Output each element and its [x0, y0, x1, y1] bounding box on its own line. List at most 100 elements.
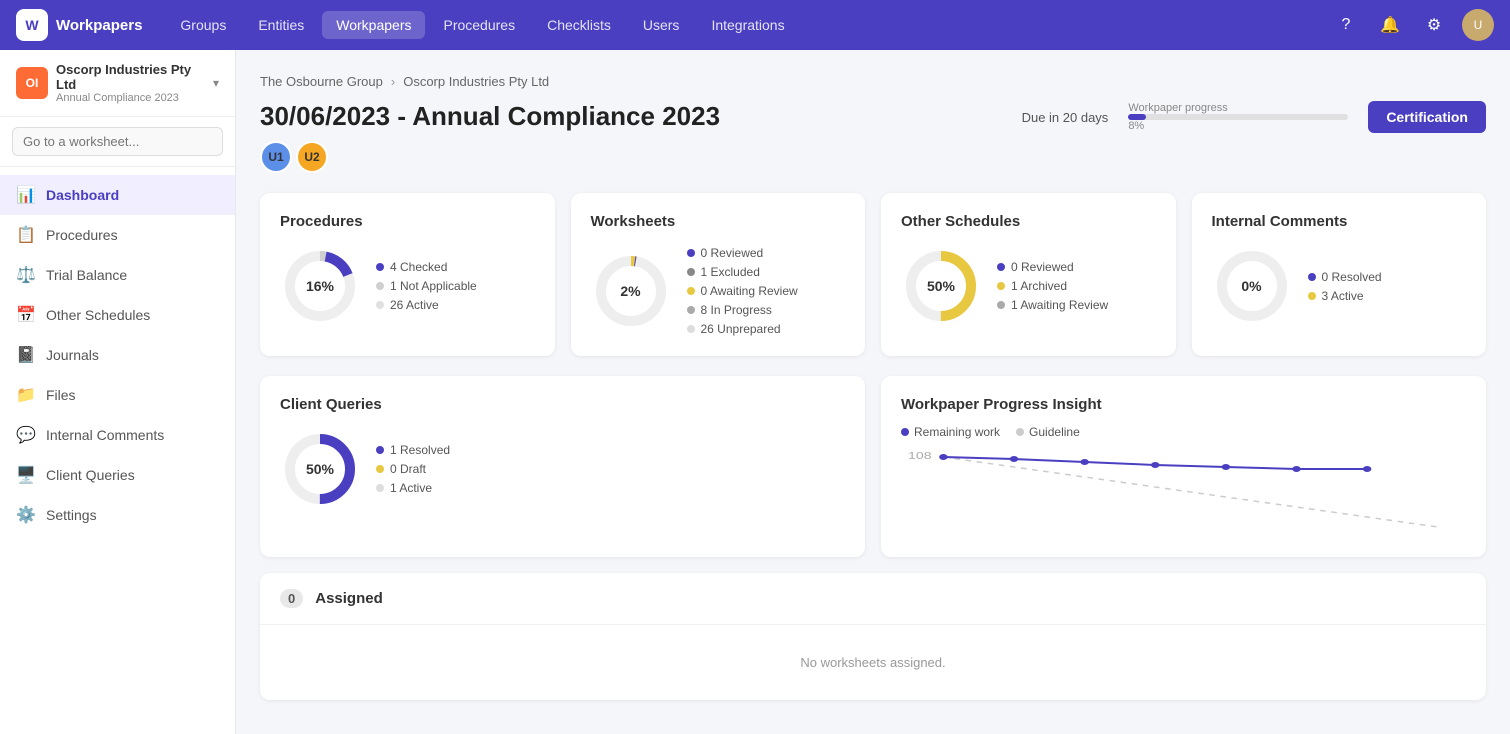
- search-input[interactable]: [12, 127, 223, 156]
- sidebar-item-label: Internal Comments: [46, 427, 164, 443]
- breadcrumb-group[interactable]: The Osbourne Group: [260, 74, 383, 89]
- legend-dot: [687, 268, 695, 276]
- assigned-empty-message: No worksheets assigned.: [800, 655, 945, 670]
- org-info: Oscorp Industries Pty Ltd Annual Complia…: [56, 62, 205, 104]
- legend-item: 8 In Progress: [687, 303, 798, 317]
- worksheets-card-title: Worksheets: [591, 213, 846, 230]
- legend-dot-na: [376, 282, 384, 290]
- legend-label: 26 Unprepared: [701, 322, 781, 336]
- sidebar: OI Oscorp Industries Pty Ltd Annual Comp…: [0, 50, 236, 734]
- legend-item: 1 Not Applicable: [376, 279, 477, 293]
- sidebar-item-internal-comments[interactable]: 💬 Internal Comments: [0, 415, 235, 455]
- insight-legend: Remaining work Guideline: [901, 425, 1466, 439]
- legend-item: 4 Checked: [376, 260, 477, 274]
- breadcrumb: The Osbourne Group › Oscorp Industries P…: [260, 74, 1486, 89]
- sidebar-item-files[interactable]: 📁 Files: [0, 375, 235, 415]
- top-nav: W Workpapers Groups Entities Workpapers …: [0, 0, 1510, 50]
- nav-workpapers[interactable]: Workpapers: [322, 11, 425, 39]
- sidebar-item-client-queries[interactable]: 🖥️ Client Queries: [0, 455, 235, 495]
- assigned-count: 0: [280, 589, 303, 608]
- sidebar-nav: 📊 Dashboard 📋 Procedures ⚖️ Trial Balanc…: [0, 167, 235, 734]
- remaining-dot: [901, 428, 909, 436]
- legend-item: 0 Draft: [376, 462, 450, 476]
- certification-button[interactable]: Certification: [1368, 101, 1486, 133]
- client-queries-card: Client Queries 50% 1 Resolved: [260, 376, 865, 557]
- legend-label: 1 Resolved: [390, 443, 450, 457]
- worksheets-donut: 2%: [591, 251, 671, 331]
- sidebar-item-trial-balance[interactable]: ⚖️ Trial Balance: [0, 255, 235, 295]
- legend-item: 1 Awaiting Review: [997, 298, 1108, 312]
- lower-section: Client Queries 50% 1 Resolved: [260, 376, 1486, 557]
- legend-item: 26 Active: [376, 298, 477, 312]
- remaining-label: Remaining work: [914, 425, 1000, 439]
- legend-label: 0 Reviewed: [701, 246, 764, 260]
- legend-dot-checked: [376, 263, 384, 271]
- insight-section: Workpaper Progress Insight Remaining wor…: [881, 376, 1486, 557]
- nav-procedures[interactable]: Procedures: [429, 11, 529, 39]
- legend-label: 1 Not Applicable: [390, 279, 477, 293]
- other-schedules-icon: 📅: [16, 305, 36, 325]
- sidebar-item-settings[interactable]: ⚙️ Settings: [0, 495, 235, 535]
- guideline-dot: [1016, 428, 1024, 436]
- notifications-icon[interactable]: 🔔: [1374, 9, 1406, 41]
- due-text: Due in 20 days: [1022, 110, 1109, 125]
- sidebar-header: OI Oscorp Industries Pty Ltd Annual Comp…: [0, 50, 235, 117]
- legend-dot-active: [376, 301, 384, 309]
- help-icon[interactable]: ?: [1330, 9, 1362, 41]
- internal-comments-donut: 0%: [1212, 246, 1292, 326]
- legend-item: 1 Resolved: [376, 443, 450, 457]
- client-queries-pct: 50%: [306, 461, 334, 477]
- sidebar-item-dashboard[interactable]: 📊 Dashboard: [0, 175, 235, 215]
- page-header: 30/06/2023 - Annual Compliance 2023 Due …: [260, 101, 1486, 133]
- sidebar-search: [0, 117, 235, 167]
- legend-item: 0 Reviewed: [997, 260, 1108, 274]
- svg-text:108: 108: [908, 450, 932, 461]
- trial-balance-icon: ⚖️: [16, 265, 36, 285]
- settings-icon[interactable]: ⚙: [1418, 9, 1450, 41]
- breadcrumb-separator: ›: [391, 74, 395, 89]
- legend-dot: [997, 282, 1005, 290]
- client-queries-donut: 50%: [280, 429, 360, 509]
- other-schedules-legend: 0 Reviewed 1 Archived 1 Awaiting Review: [997, 260, 1108, 312]
- nav-groups[interactable]: Groups: [166, 11, 240, 39]
- legend-dot: [376, 465, 384, 473]
- legend-item: 3 Active: [1308, 289, 1382, 303]
- nav-users[interactable]: Users: [629, 11, 694, 39]
- legend-label: 8 In Progress: [701, 303, 772, 317]
- sidebar-item-label: Other Schedules: [46, 307, 150, 323]
- logo-icon: W: [16, 9, 48, 41]
- header-right: Due in 20 days Workpaper progress 8% Cer…: [1022, 101, 1486, 133]
- chevron-down-icon[interactable]: ▾: [213, 76, 219, 90]
- sidebar-item-journals[interactable]: 📓 Journals: [0, 335, 235, 375]
- worksheets-pct: 2%: [620, 283, 640, 299]
- worksheets-legend: 0 Reviewed 1 Excluded 0 Awaiting Review …: [687, 246, 798, 336]
- legend-dot: [997, 263, 1005, 271]
- other-schedules-title: Other Schedules: [901, 213, 1156, 230]
- nav-integrations[interactable]: Integrations: [697, 11, 798, 39]
- sidebar-item-label: Client Queries: [46, 467, 135, 483]
- nav-entities[interactable]: Entities: [244, 11, 318, 39]
- avatar-1[interactable]: U1: [260, 141, 292, 173]
- procedures-pct: 16%: [306, 278, 334, 294]
- org-sub: Annual Compliance 2023: [56, 92, 205, 104]
- sidebar-item-other-schedules[interactable]: 📅 Other Schedules: [0, 295, 235, 335]
- main-content: The Osbourne Group › Oscorp Industries P…: [236, 50, 1510, 734]
- nav-checklists[interactable]: Checklists: [533, 11, 625, 39]
- other-schedules-card: Other Schedules 50% 0 Reviewed: [881, 193, 1176, 356]
- legend-label: 1 Excluded: [701, 265, 760, 279]
- procedures-card-title: Procedures: [280, 213, 535, 230]
- user-avatar[interactable]: U: [1462, 9, 1494, 41]
- legend-item: 0 Reviewed: [687, 246, 798, 260]
- org-name: Oscorp Industries Pty Ltd: [56, 62, 205, 92]
- logo-text: Workpapers: [56, 17, 142, 34]
- sidebar-item-procedures[interactable]: 📋 Procedures: [0, 215, 235, 255]
- legend-dot: [997, 301, 1005, 309]
- internal-comments-title: Internal Comments: [1212, 213, 1467, 230]
- nav-links: Groups Entities Workpapers Procedures Ch…: [166, 11, 1306, 39]
- legend-label: 0 Reviewed: [1011, 260, 1074, 274]
- logo[interactable]: W Workpapers: [16, 9, 142, 41]
- breadcrumb-org[interactable]: Oscorp Industries Pty Ltd: [403, 74, 549, 89]
- legend-dot: [687, 306, 695, 314]
- avatar-2[interactable]: U2: [296, 141, 328, 173]
- legend-label: 26 Active: [390, 298, 439, 312]
